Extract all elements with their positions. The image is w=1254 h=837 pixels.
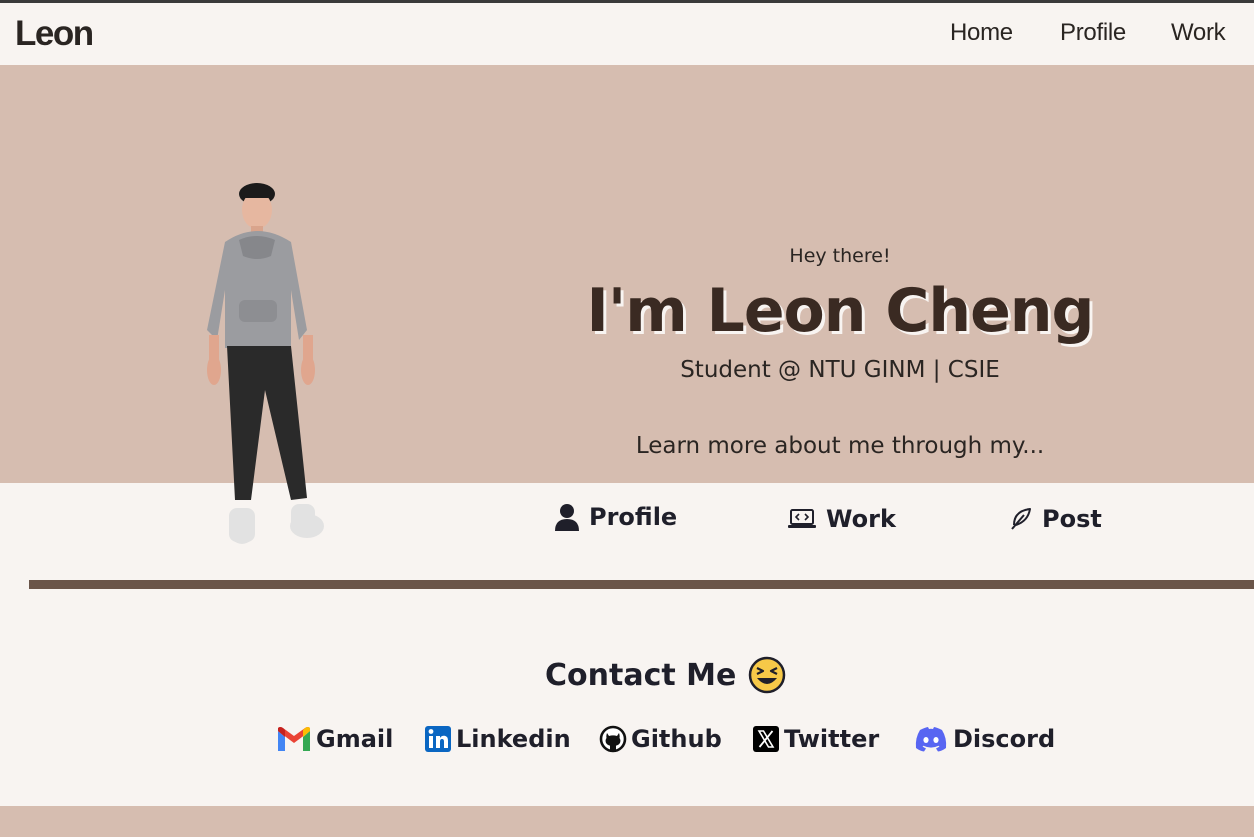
gmail-icon <box>278 727 310 751</box>
x-twitter-icon <box>753 726 779 752</box>
footer-band <box>0 806 1254 837</box>
contact-link-github[interactable]: Github <box>599 725 722 753</box>
user-icon <box>555 504 579 531</box>
feather-icon <box>1011 508 1031 530</box>
laptop-code-icon <box>788 509 816 528</box>
contact-link-label: Gmail <box>316 725 394 753</box>
hero-name: I'm Leon Cheng <box>586 276 1095 346</box>
hero-subtitle: Student @ NTU GINM | CSIE <box>680 357 1000 383</box>
section-link-label: Profile <box>589 503 678 531</box>
github-icon <box>599 725 627 753</box>
contact-link-label: Discord <box>953 725 1056 753</box>
nav-link-profile[interactable]: Profile <box>1060 19 1126 47</box>
contact-link-gmail[interactable]: Gmail <box>276 725 393 753</box>
contact-link-twitter[interactable]: Twitter <box>752 725 879 753</box>
nav-link-work[interactable]: Work <box>1171 19 1226 47</box>
contact-title: Contact Me <box>545 657 737 693</box>
section-link-post[interactable]: Post <box>1010 505 1102 533</box>
section-link-label: Post <box>1042 505 1102 533</box>
section-link-profile[interactable]: Profile <box>555 503 677 531</box>
contact-link-label: Github <box>631 725 722 753</box>
hero-banner <box>0 65 1254 483</box>
section-link-label: Work <box>826 505 896 533</box>
site-logo[interactable]: Leon <box>15 14 94 54</box>
discord-icon <box>915 727 947 752</box>
hero-prompt: Learn more about me through my... <box>635 433 1045 459</box>
contact-link-label: Twitter <box>784 725 880 753</box>
nav-link-home[interactable]: Home <box>950 19 1013 47</box>
contact-link-linkedin[interactable]: Linkedin <box>424 725 571 753</box>
navbar: Leon Home Profile Work <box>0 3 1254 65</box>
section-link-work[interactable]: Work <box>788 505 896 533</box>
hero-greeting: Hey there! <box>789 245 891 267</box>
contact-link-label: Linkedin <box>456 725 571 753</box>
contact-link-discord[interactable]: Discord <box>913 725 1055 753</box>
section-divider <box>29 580 1254 589</box>
linkedin-icon <box>425 726 451 752</box>
laughing-face-icon <box>749 656 786 694</box>
contact-heading: Contact Me <box>545 656 786 694</box>
